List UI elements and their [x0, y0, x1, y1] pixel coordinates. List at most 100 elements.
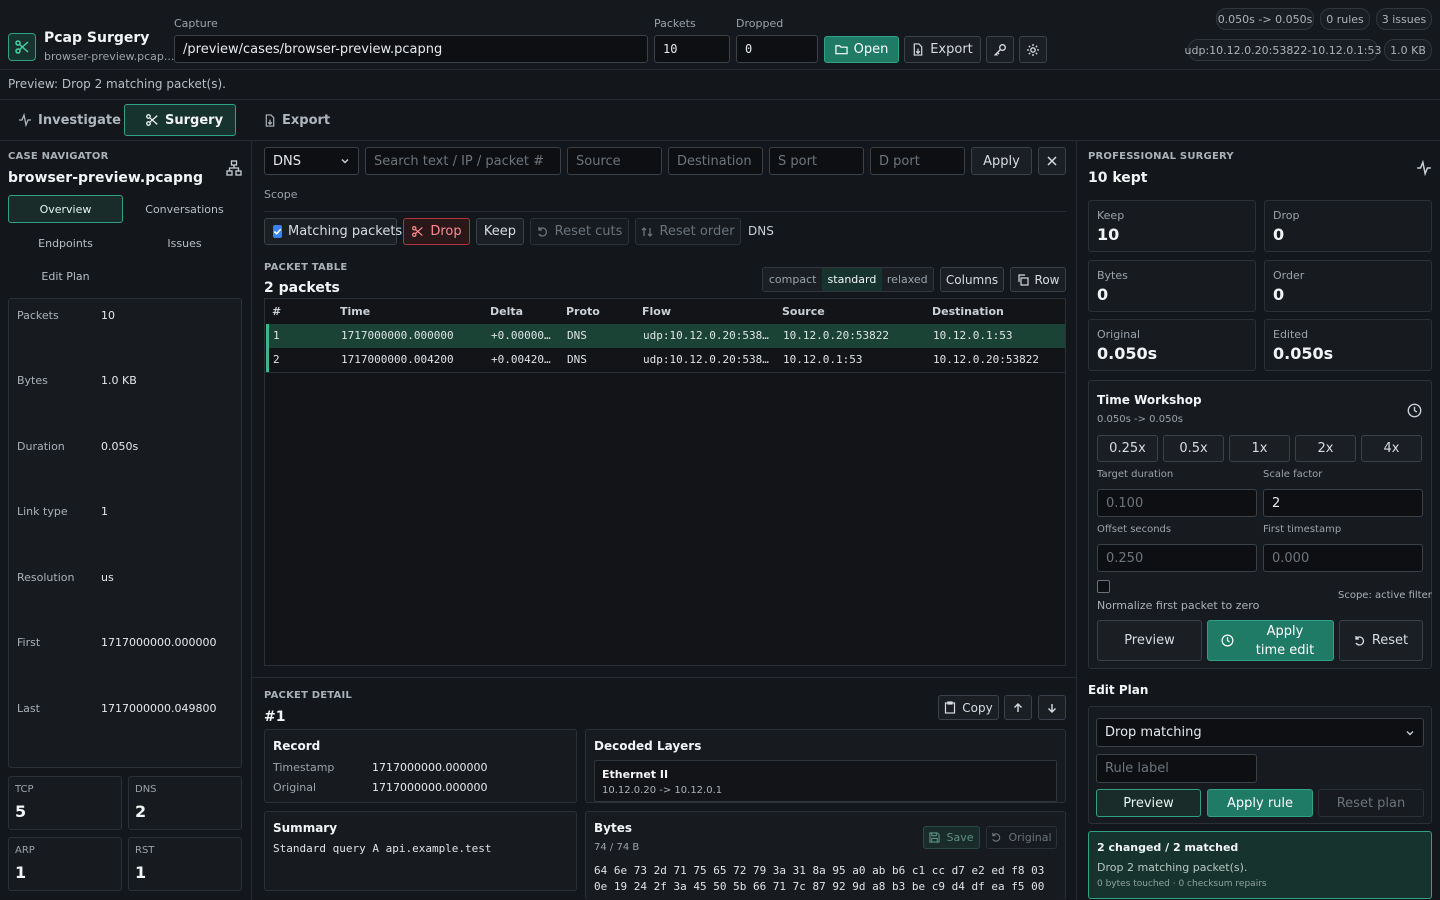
- first-timestamp-input[interactable]: 0.000: [1263, 544, 1423, 572]
- proto-count-dns: DNS 2: [128, 776, 242, 830]
- arrow-down-icon: [1048, 703, 1056, 713]
- packets-input[interactable]: 10: [654, 35, 730, 63]
- reset-cuts-button[interactable]: Reset cuts: [530, 218, 629, 245]
- previous-packet-button[interactable]: [1004, 695, 1032, 720]
- copy-button[interactable]: Copy: [938, 695, 999, 720]
- tab-investigate[interactable]: Investigate: [10, 104, 122, 136]
- summary-title: Summary: [273, 821, 338, 835]
- header-destination[interactable]: Destination: [932, 305, 1004, 318]
- capture-path-input[interactable]: /preview/cases/browser-preview.pcapng: [174, 35, 648, 63]
- speed-0-5x[interactable]: 0.5x: [1163, 435, 1224, 462]
- nav-issues[interactable]: Issues: [127, 229, 242, 257]
- clear-filter-button[interactable]: [1038, 147, 1066, 175]
- header-time[interactable]: Time: [340, 305, 370, 318]
- save-bytes-button[interactable]: Save: [923, 826, 980, 849]
- apply-time-edit-button[interactable]: Apply time edit: [1207, 620, 1334, 661]
- original-value: 1717000000.000000: [372, 781, 488, 794]
- packet-table-header: # Time Delta Proto Flow Source Destinati…: [265, 299, 1065, 324]
- speed-0-25x[interactable]: 0.25x: [1097, 435, 1158, 462]
- target-duration-label: Target duration: [1097, 469, 1174, 480]
- header-number[interactable]: #: [272, 305, 281, 318]
- hierarchy-icon[interactable]: [226, 160, 242, 176]
- tab-export[interactable]: Export: [256, 104, 356, 136]
- stat-value: us: [101, 571, 114, 584]
- plan-preview-button[interactable]: Preview: [1096, 789, 1201, 817]
- copy-icon: [1017, 273, 1029, 286]
- table-row[interactable]: 2 1717000000.004200 +0.00420… DNS udp:10…: [266, 348, 1065, 372]
- stat-value: 1: [101, 505, 108, 518]
- stat-key: Last: [17, 702, 40, 715]
- apply-filter-button[interactable]: Apply: [971, 147, 1032, 175]
- stat-value: 0.050s: [101, 440, 139, 453]
- matching-packets-toggle[interactable]: Matching packets: [264, 218, 402, 245]
- keep-button[interactable]: Keep: [476, 218, 524, 245]
- clipboard-icon: [945, 701, 956, 714]
- header-source[interactable]: Source: [782, 305, 825, 318]
- offset-seconds-input[interactable]: 0.250: [1097, 544, 1257, 572]
- row-button[interactable]: Row: [1010, 267, 1066, 292]
- stat-original: Original 0.050s: [1088, 319, 1256, 371]
- capture-label: Capture: [174, 17, 218, 30]
- speed-1x[interactable]: 1x: [1229, 435, 1290, 462]
- save-icon: [929, 832, 941, 843]
- stat-drop: Drop 0: [1264, 200, 1432, 252]
- next-packet-button[interactable]: [1038, 695, 1066, 720]
- packets-label: Packets: [654, 17, 696, 30]
- reset-order-button[interactable]: Reset order: [635, 218, 741, 245]
- time-reset-button[interactable]: Reset: [1339, 620, 1423, 661]
- nav-conversations[interactable]: Conversations: [127, 195, 242, 223]
- destination-input[interactable]: Destination: [668, 147, 763, 175]
- stat-key: Link type: [17, 505, 68, 518]
- key-button[interactable]: [986, 36, 1014, 63]
- density-compact[interactable]: compact: [763, 268, 822, 291]
- destination-port-input[interactable]: D port: [870, 147, 965, 175]
- clock-icon: [1221, 634, 1234, 647]
- header-flow[interactable]: Flow: [642, 305, 671, 318]
- header-proto[interactable]: Proto: [566, 305, 600, 318]
- original-bytes-button[interactable]: Original: [986, 826, 1057, 849]
- packet-detail-title: #1: [264, 709, 286, 725]
- capture-stats-card: Packets 10 Bytes 1.0 KB Duration 0.050s …: [8, 298, 242, 768]
- source-input[interactable]: Source: [567, 147, 662, 175]
- activity-icon[interactable]: [1416, 160, 1432, 176]
- export-button[interactable]: Export: [904, 36, 981, 63]
- plan-action-select[interactable]: Drop matching: [1096, 718, 1424, 747]
- stat-bytes: Bytes 0: [1088, 260, 1256, 312]
- scissors-icon: [412, 226, 424, 237]
- speed-4x[interactable]: 4x: [1361, 435, 1422, 462]
- normalize-checkbox[interactable]: [1097, 580, 1110, 593]
- search-input[interactable]: Search text / IP / packet #: [365, 147, 561, 175]
- layer-item[interactable]: Ethernet II 10.12.0.20 -> 10.12.0.1: [594, 760, 1057, 802]
- apply-rule-button[interactable]: Apply rule: [1207, 789, 1313, 817]
- settings-button[interactable]: [1019, 36, 1047, 63]
- sort-icon: [641, 226, 653, 237]
- target-duration-input[interactable]: 0.100: [1097, 489, 1257, 517]
- tab-surgery[interactable]: Surgery: [124, 104, 236, 136]
- speed-2x[interactable]: 2x: [1295, 435, 1356, 462]
- density-switch: compact standard relaxed: [762, 267, 934, 292]
- reset-plan-button[interactable]: Reset plan: [1318, 789, 1424, 817]
- issues-badge: 3 issues: [1376, 8, 1432, 30]
- offset-seconds-label: Offset seconds: [1097, 524, 1172, 535]
- dropped-input[interactable]: 0: [736, 35, 818, 63]
- scale-factor-input[interactable]: 2: [1263, 489, 1423, 517]
- nav-endpoints[interactable]: Endpoints: [8, 229, 123, 257]
- rule-label-input[interactable]: Rule label: [1096, 754, 1257, 783]
- nav-edit-plan[interactable]: Edit Plan: [8, 262, 123, 290]
- stat-value: 10: [101, 309, 115, 322]
- scissors-icon: [146, 114, 158, 126]
- time-preview-button[interactable]: Preview: [1097, 620, 1202, 661]
- protocol-select[interactable]: DNS: [264, 147, 359, 175]
- open-button[interactable]: Open: [824, 36, 899, 63]
- columns-button[interactable]: Columns: [940, 267, 1004, 292]
- source-port-input[interactable]: S port: [769, 147, 864, 175]
- nav-overview[interactable]: Overview: [8, 195, 123, 223]
- app-logo: [8, 33, 36, 61]
- packet-detail-section-title: PACKET DETAIL: [264, 690, 352, 701]
- surgery-title: 10 kept: [1088, 170, 1148, 186]
- drop-button[interactable]: Drop: [403, 218, 470, 245]
- table-row[interactable]: 1 1717000000.000000 +0.00000… DNS udp:10…: [266, 324, 1065, 348]
- density-standard[interactable]: standard: [822, 268, 882, 291]
- header-delta[interactable]: Delta: [490, 305, 523, 318]
- density-relaxed[interactable]: relaxed: [882, 268, 933, 291]
